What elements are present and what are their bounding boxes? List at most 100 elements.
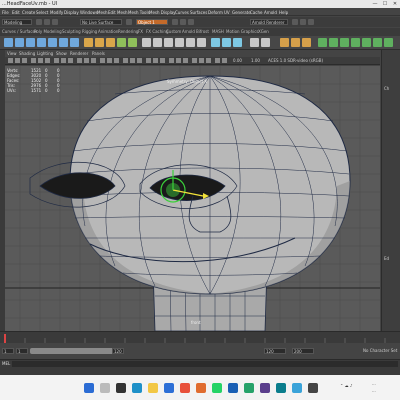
torus-icon[interactable]	[48, 38, 57, 47]
menu-curves[interactable]: Curves	[175, 10, 189, 15]
object-field[interactable]: Object 1	[136, 19, 168, 25]
time-slider[interactable]	[0, 331, 400, 344]
freeze-transform-icon[interactable]	[291, 38, 300, 47]
viewport-toolbar-icons[interactable]	[5, 57, 380, 65]
tab-xgen[interactable]: XGen	[258, 29, 269, 34]
edge-loop-icon[interactable]	[197, 38, 206, 47]
tab-animation[interactable]: Animation	[98, 29, 118, 34]
tab-rendering[interactable]: Rendering	[118, 29, 138, 34]
multicut-icon[interactable]	[175, 38, 184, 47]
tab-rigging[interactable]: Rigging	[82, 29, 97, 34]
app-icon[interactable]	[308, 383, 318, 393]
delete-history-icon[interactable]	[280, 38, 289, 47]
range-end-field[interactable]: 120	[112, 348, 124, 354]
start-icon[interactable]	[84, 383, 94, 393]
planar-map-icon[interactable]	[222, 38, 231, 47]
character-set-selector[interactable]: No Character Set	[362, 348, 398, 354]
menu-display[interactable]: Display	[64, 10, 79, 15]
new-scene-icon[interactable]	[36, 19, 42, 25]
render-icon[interactable]	[292, 19, 298, 25]
render-settings-icon[interactable]	[308, 19, 314, 25]
auto-seams-icon[interactable]	[233, 38, 242, 47]
tab-motion-graphics[interactable]: Motion Graphics	[226, 29, 259, 34]
viewport-canvas[interactable]	[5, 66, 380, 331]
excel-icon[interactable]	[244, 383, 254, 393]
menu-create[interactable]: Create	[22, 10, 35, 15]
shelf-tool-5-icon[interactable]	[362, 38, 371, 47]
quad-draw-icon[interactable]	[250, 38, 259, 47]
mirror-icon[interactable]	[128, 38, 137, 47]
viewport-menu-show[interactable]: Show	[56, 51, 67, 56]
shelf-tool-7-icon[interactable]	[384, 38, 393, 47]
menu-arnold[interactable]: Arnold	[264, 10, 277, 15]
uv-editor-icon[interactable]	[211, 38, 220, 47]
chrome-icon[interactable]	[180, 383, 190, 393]
soft-select-icon[interactable]	[261, 38, 270, 47]
menu-edit-mesh[interactable]: Edit Mesh	[108, 10, 128, 15]
renderer-selector[interactable]: Arnold Renderer	[250, 19, 288, 25]
smooth-icon[interactable]	[106, 38, 115, 47]
exposure-value[interactable]: 0.00	[233, 58, 242, 63]
edge-browser-icon[interactable]	[132, 383, 142, 393]
bevel-icon[interactable]	[164, 38, 173, 47]
cone-icon[interactable]	[37, 38, 46, 47]
minimize-button[interactable]: —	[370, 0, 380, 8]
menu-mesh[interactable]: Mesh	[97, 10, 108, 15]
anim-end-field[interactable]: 120	[264, 348, 286, 354]
word-icon[interactable]	[228, 383, 238, 393]
viewport-menu-panels[interactable]: Panels	[92, 51, 105, 56]
save-scene-icon[interactable]	[52, 19, 58, 25]
cylinder-icon[interactable]	[26, 38, 35, 47]
clock-date[interactable]: ...	[372, 388, 376, 393]
menu-mesh-display[interactable]: Mesh Display	[149, 10, 176, 15]
snap-curve-icon[interactable]	[172, 19, 178, 25]
clock-time[interactable]: ...	[372, 381, 376, 386]
shelf-tool-1-icon[interactable]	[318, 38, 327, 47]
tab-fx[interactable]: FX	[138, 29, 143, 34]
channel-box-label[interactable]: Ch	[384, 86, 389, 91]
menu-surfaces[interactable]: Surfaces	[190, 10, 207, 15]
cube-icon[interactable]	[15, 38, 24, 47]
mail-icon[interactable]	[164, 383, 174, 393]
teams-icon[interactable]	[260, 383, 270, 393]
tab-curves-surfaces[interactable]: Curves / Surfaces	[2, 29, 37, 34]
mel-label[interactable]: MEL	[2, 361, 10, 366]
viewport-menu-shading[interactable]: Shading	[19, 51, 35, 56]
gamma-value[interactable]: 1.00	[251, 58, 260, 63]
combine-icon[interactable]	[84, 38, 93, 47]
live-surface-field[interactable]: No Live Surface	[80, 19, 122, 25]
bridge-icon[interactable]	[153, 38, 162, 47]
menu-help[interactable]: Help	[279, 10, 288, 15]
shelf-tool-3-icon[interactable]	[340, 38, 349, 47]
close-button[interactable]: ✕	[390, 0, 400, 8]
maya-icon[interactable]	[276, 383, 286, 393]
mode-selector[interactable]: Modeling	[2, 19, 32, 25]
task-view-icon[interactable]	[116, 383, 126, 393]
menu-file[interactable]: File	[2, 10, 9, 15]
range-slider-bar[interactable]	[30, 348, 124, 354]
boolean-icon[interactable]	[117, 38, 126, 47]
center-pivot-icon[interactable]	[302, 38, 311, 47]
target-weld-icon[interactable]	[186, 38, 195, 47]
sphere-icon[interactable]	[4, 38, 13, 47]
menu-cache[interactable]: Cache	[250, 10, 262, 15]
ipr-render-icon[interactable]	[300, 19, 306, 25]
channel-box-panel[interactable]: Ch Ed	[381, 50, 400, 332]
colorspace-selector[interactable]: ACES 1.0 SDR-video (sRGB)	[268, 58, 323, 63]
layer-editor-label[interactable]: Ed	[384, 256, 389, 261]
menu-windows[interactable]: Windows	[80, 10, 98, 15]
snap-point-icon[interactable]	[180, 19, 186, 25]
snap-grid-icon[interactable]	[126, 19, 132, 25]
shelf-tool-6-icon[interactable]	[373, 38, 382, 47]
photoshop-icon[interactable]	[292, 383, 302, 393]
menu-generate[interactable]: Generate	[232, 10, 251, 15]
search-icon[interactable]	[100, 383, 110, 393]
separate-icon[interactable]	[95, 38, 104, 47]
menu-mesh-tools[interactable]: Mesh Tools	[128, 10, 150, 15]
start-frame-field[interactable]: 1	[2, 348, 14, 354]
menu-edit[interactable]: Edit	[12, 10, 20, 15]
menu-deform[interactable]: Deform	[208, 10, 223, 15]
viewport-menu-renderer[interactable]: Renderer	[70, 51, 88, 56]
range-start-field[interactable]: 1	[16, 348, 28, 354]
plane-icon[interactable]	[59, 38, 68, 47]
